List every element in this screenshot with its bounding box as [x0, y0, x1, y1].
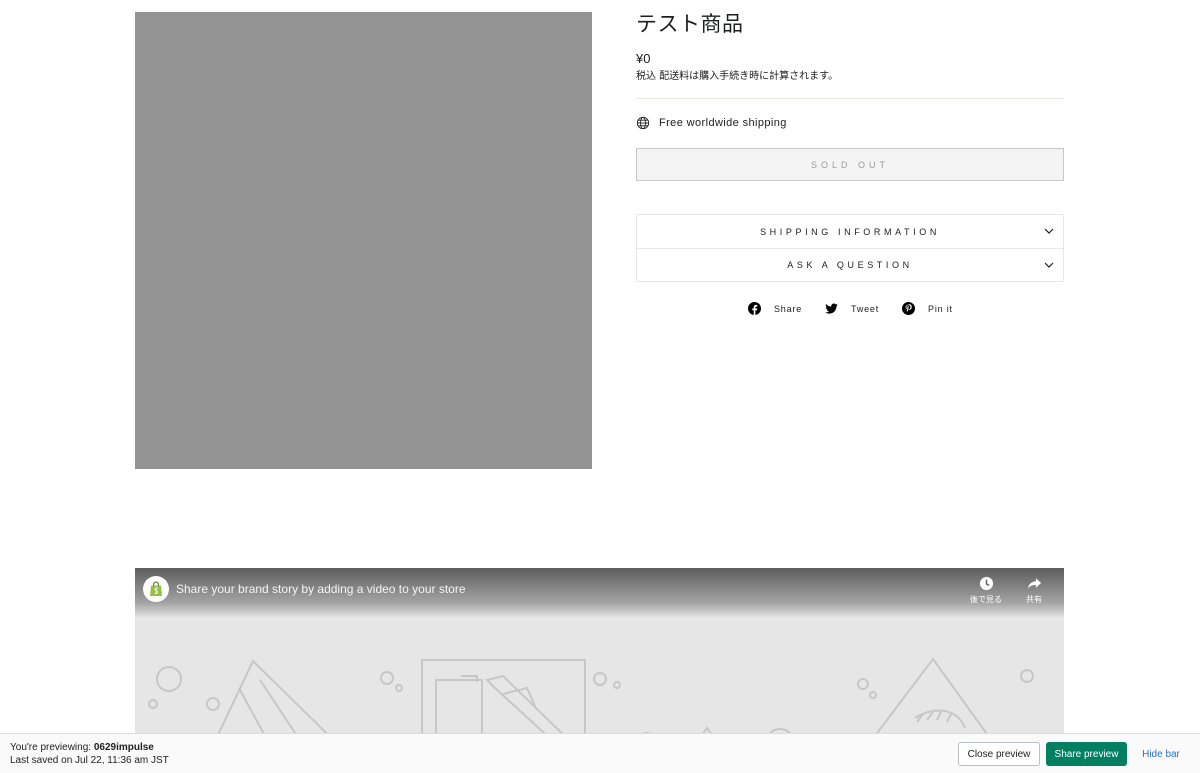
- globe-icon: [636, 116, 650, 130]
- twitter-icon: [825, 303, 838, 314]
- theme-name: 0629impulse: [93, 742, 154, 753]
- free-shipping-note: Free worldwide shipping: [636, 116, 787, 130]
- accordion-shipping-information[interactable]: SHIPPING INFORMATION: [637, 215, 1063, 248]
- accordion-label: SHIPPING INFORMATION: [760, 226, 940, 237]
- video-share-button[interactable]: 共有: [1014, 576, 1054, 605]
- preview-bar: You're previewing: 0629impulse Last save…: [0, 733, 1200, 773]
- divider: [636, 98, 1064, 99]
- previewing-prefix: You're previewing:: [10, 742, 92, 753]
- tax-shipping-note: 税込 配送料は購入手続き時に計算されます。: [636, 71, 839, 82]
- product-image-placeholder[interactable]: [135, 12, 592, 469]
- pinterest-icon: [902, 302, 916, 315]
- pinterest-share-label: Pin it: [928, 303, 953, 314]
- product-accordion: SHIPPING INFORMATION ASK A QUESTION: [636, 214, 1064, 282]
- watch-later-button[interactable]: 後で見る: [966, 576, 1006, 605]
- facebook-share-label: Share: [774, 303, 803, 314]
- clock-icon: [979, 576, 993, 591]
- pinterest-share-link[interactable]: Pin it: [902, 302, 953, 315]
- accordion-ask-a-question[interactable]: ASK A QUESTION: [637, 248, 1063, 281]
- last-saved-text: Last saved on Jul 22, 11:36 am JST: [10, 755, 169, 766]
- previewing-info: You're previewing: 0629impulse: [10, 742, 154, 753]
- twitter-share-link[interactable]: Tweet: [825, 302, 879, 315]
- shopify-logo[interactable]: [143, 576, 169, 602]
- sold-out-button[interactable]: SOLD OUT: [636, 148, 1064, 181]
- close-preview-button[interactable]: Close preview: [958, 742, 1040, 766]
- product-title: テスト商品: [636, 12, 744, 36]
- free-shipping-label: Free worldwide shipping: [659, 117, 787, 129]
- share-preview-button[interactable]: Share preview: [1046, 742, 1127, 766]
- product-price: ¥0: [636, 51, 651, 66]
- accordion-label: ASK A QUESTION: [787, 260, 913, 270]
- shopify-bag-icon: [150, 581, 162, 596]
- facebook-icon: [748, 302, 761, 315]
- video-share-label: 共有: [1026, 595, 1042, 604]
- share-arrow-icon: [1027, 578, 1041, 589]
- twitter-share-label: Tweet: [851, 303, 880, 314]
- video-title[interactable]: Share your brand story by adding a video…: [176, 582, 466, 596]
- watch-later-label: 後で見る: [970, 595, 1002, 604]
- hide-bar-link[interactable]: Hide bar: [1136, 742, 1186, 766]
- chevron-down-icon: [1044, 262, 1054, 268]
- social-sharing: Share Tweet Pin it: [748, 302, 976, 315]
- facebook-share-link[interactable]: Share: [748, 302, 802, 315]
- chevron-down-icon: [1044, 228, 1054, 234]
